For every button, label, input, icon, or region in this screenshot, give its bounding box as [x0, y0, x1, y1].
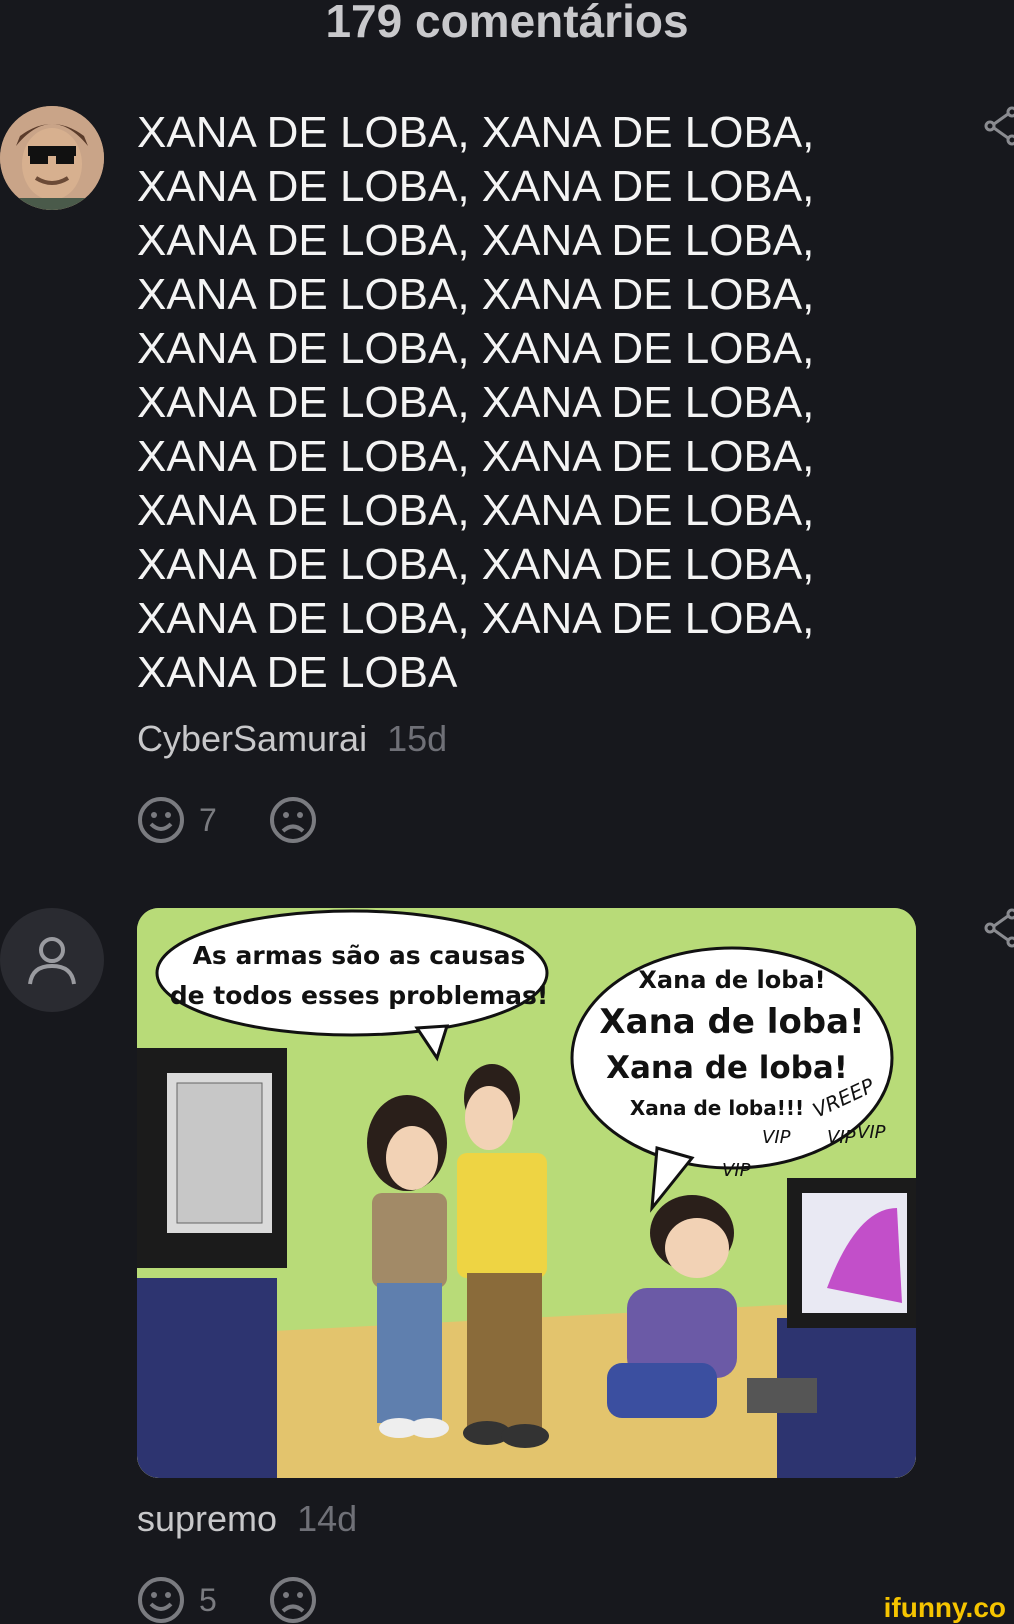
comment-username[interactable]: supremo [137, 1498, 277, 1539]
like-count: 5 [199, 1581, 217, 1618]
comments-count-title: 179 comentários [325, 0, 689, 47]
user-avatar[interactable] [0, 106, 104, 210]
smile-icon[interactable] [137, 796, 185, 844]
bubble-right-line-2: Xana de loba! [599, 1002, 864, 1042]
sfx-text-4: VIP [827, 1127, 856, 1148]
ifunny-watermark: ifunny.co [883, 1592, 1006, 1623]
share-icon[interactable] [982, 908, 1014, 948]
comment-text: XANA DE LOBA, XANA DE LOBA, XANA DE LOBA… [137, 108, 815, 697]
like-count: 7 [199, 801, 217, 838]
comment-meta: supremo 14d [137, 1498, 357, 1540]
comment-username[interactable]: CyberSamurai [137, 718, 367, 759]
avatar-portrait-icon [0, 106, 104, 210]
sfx-text-3: VIP [762, 1127, 791, 1148]
bubble-right-line-1: Xana de loba! [638, 966, 825, 994]
comment-image-meme[interactable]: As armas são as causas de todos esses pr… [137, 908, 916, 1478]
cartoon-illustration: As armas são as causas de todos esses pr… [137, 908, 916, 1478]
bubble-right-line-3: Xana de loba! [606, 1050, 848, 1086]
frown-icon[interactable] [269, 796, 317, 844]
comment-reactions: 5 [137, 1576, 317, 1624]
sfx-text-5: VIP [722, 1160, 751, 1181]
bubble-left-line-2: de todos esses problemas! [170, 981, 549, 1010]
share-icon[interactable] [982, 106, 1014, 146]
comment-reactions: 7 [137, 796, 317, 844]
bubble-right-line-4: Xana de loba!!! [630, 1096, 804, 1120]
sfx-text-2: VIP [857, 1122, 886, 1143]
comment-time: 15d [387, 718, 448, 759]
user-avatar[interactable] [0, 908, 104, 1012]
bubble-left-line-1: As armas são as causas [193, 941, 526, 970]
default-user-icon [28, 937, 76, 985]
comment-meta: CyberSamurai 15d [137, 718, 447, 760]
smile-icon[interactable] [137, 1576, 185, 1624]
frown-icon[interactable] [269, 1576, 317, 1624]
comment-time: 14d [297, 1498, 358, 1539]
